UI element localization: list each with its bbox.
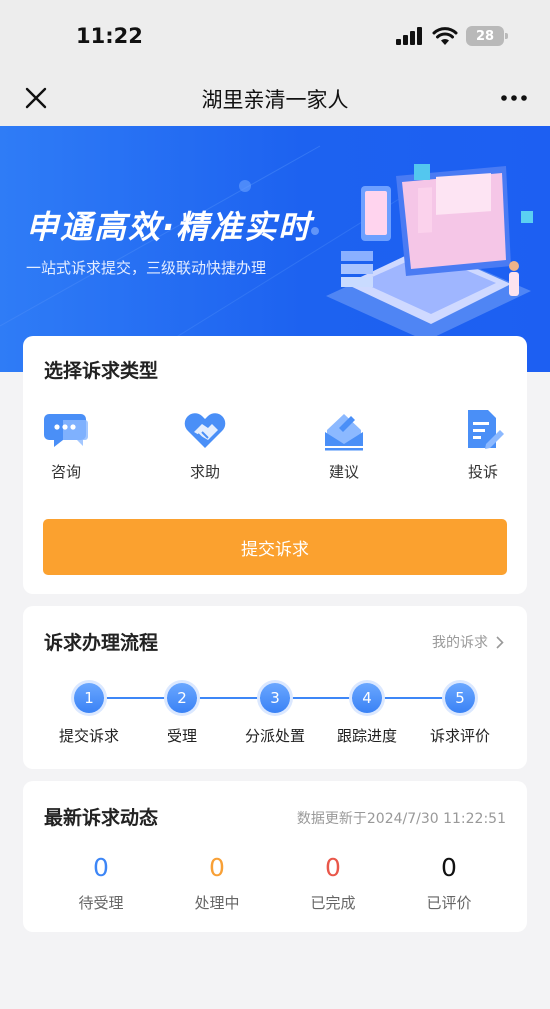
page-title: 湖里亲清一家人 [201, 88, 349, 112]
flow-step: 5 诉求评价 [410, 683, 510, 746]
step-label: 诉求评价 [429, 727, 490, 745]
stat-processing[interactable]: 0 处理中 [162, 853, 272, 913]
my-requests-label: 我的诉求 [432, 635, 488, 651]
stat-label: 已完成 [310, 894, 356, 912]
stat-label: 处理中 [194, 894, 240, 912]
step-number: 1 [74, 683, 104, 713]
request-type-card: 选择诉求类型 咨询 求助 建议 投诉 提交诉求 [23, 336, 527, 594]
my-requests-link[interactable]: 我的诉求 [432, 632, 504, 652]
flow-step: 1 提交诉求 [39, 683, 139, 746]
chat-bubble-icon [44, 414, 88, 447]
document-edit-icon [468, 410, 504, 449]
banner-subtitle: 一站式诉求提交，三级联动快捷办理 [26, 259, 267, 277]
step-label: 分派处置 [244, 727, 305, 745]
stat-value: 0 [325, 853, 341, 882]
stat-label: 已评价 [426, 894, 472, 912]
battery-level: 28 [475, 28, 495, 44]
stat-value: 0 [441, 853, 457, 882]
step-number: 3 [260, 683, 290, 713]
flow-step: 2 受理 [132, 683, 232, 746]
banner-title: 申通高效·精准实时 [26, 208, 313, 246]
step-label: 受理 [166, 727, 197, 745]
process-flow-card: 诉求办理流程 我的诉求 1 提交诉求 2 受理 3 分派处置 4 跟踪进度 5 … [23, 606, 527, 769]
step-number: 4 [352, 683, 382, 713]
process-flow-heading: 诉求办理流程 [44, 632, 159, 654]
type-help[interactable]: 求助 [165, 406, 245, 482]
stat-value: 0 [93, 853, 109, 882]
envelope-icon [325, 414, 363, 451]
battery-icon: 28 [466, 26, 508, 46]
status-icons: 28 [396, 26, 508, 46]
step-label: 跟踪进度 [336, 727, 397, 745]
type-complaint-label: 投诉 [467, 463, 498, 481]
stat-pending[interactable]: 0 待受理 [46, 853, 156, 913]
step-number: 5 [445, 683, 475, 713]
type-suggest[interactable]: 建议 [304, 406, 384, 482]
step-label: 提交诉求 [58, 727, 119, 745]
flow-step: 4 跟踪进度 [317, 683, 417, 746]
stat-label: 待受理 [78, 894, 124, 912]
latest-requests-card: 最新诉求动态 数据更新于2024/7/30 11:22:51 0 待受理 0 处… [23, 781, 527, 932]
request-type-heading: 选择诉求类型 [44, 360, 159, 382]
type-consult[interactable]: 咨询 [26, 406, 106, 482]
latest-requests-heading: 最新诉求动态 [44, 807, 159, 829]
wifi-icon [432, 26, 458, 45]
chevron-right-icon [496, 635, 504, 649]
status-bar: 11:22 28 [0, 0, 550, 70]
type-consult-label: 咨询 [50, 463, 81, 481]
type-complaint[interactable]: 投诉 [443, 406, 523, 482]
submit-request-button[interactable]: 提交诉求 [43, 519, 507, 575]
stat-completed[interactable]: 0 已完成 [278, 853, 388, 913]
status-time: 11:22 [76, 24, 143, 48]
flow-step: 3 分派处置 [225, 683, 325, 746]
stat-evaluated[interactable]: 0 已评价 [394, 853, 504, 913]
data-updated-time: 数据更新于2024/7/30 11:22:51 [296, 811, 506, 827]
stat-value: 0 [209, 853, 225, 882]
more-icon[interactable] [500, 88, 528, 108]
type-suggest-label: 建议 [328, 463, 359, 481]
step-number: 2 [167, 683, 197, 713]
type-help-label: 求助 [189, 463, 220, 481]
laptop-illustration-icon [326, 164, 533, 341]
nav-bar: 湖里亲清一家人 [0, 70, 550, 126]
handshake-icon [184, 413, 226, 448]
signal-icon [396, 27, 422, 45]
